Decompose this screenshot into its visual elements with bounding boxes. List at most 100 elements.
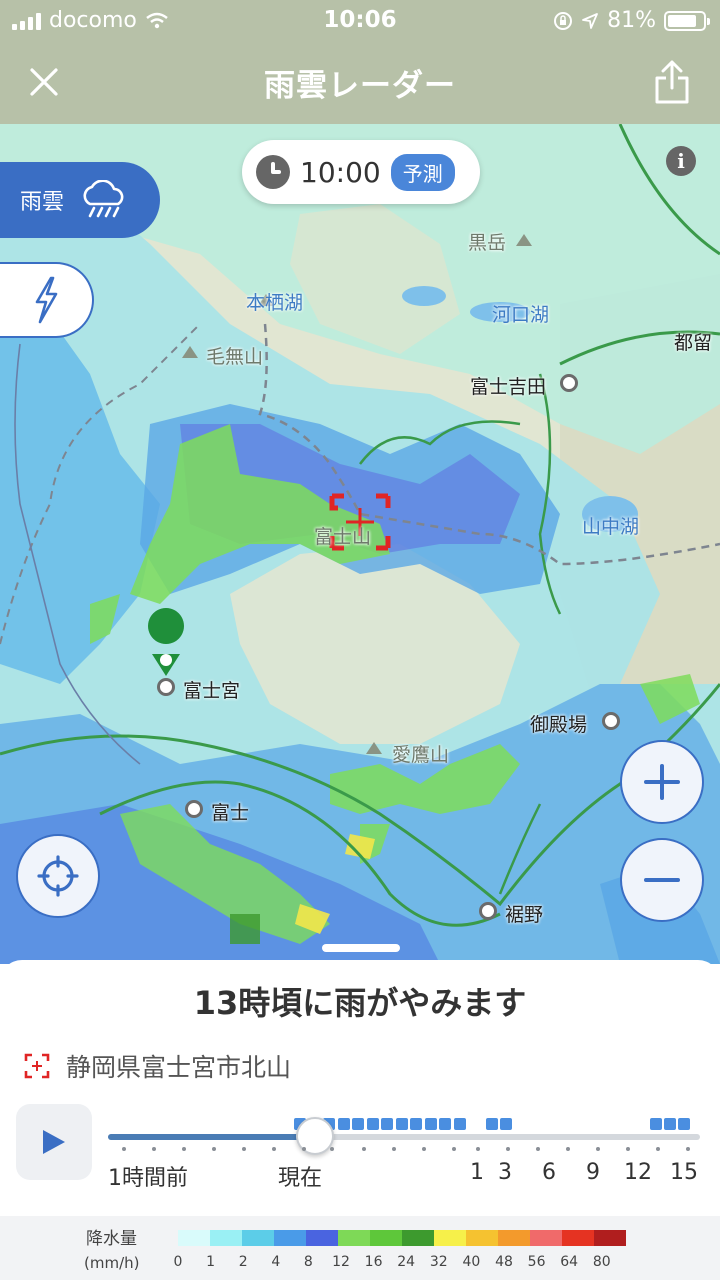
tick-dot xyxy=(272,1147,276,1151)
rain-forecast-headline: 13時頃に雨がやみます xyxy=(193,984,527,1022)
tick-dot xyxy=(686,1147,690,1151)
timeline-slider[interactable] xyxy=(108,1117,700,1155)
tick-label: 3 xyxy=(498,1160,512,1185)
status-bar: docomo 10:06 81% xyxy=(0,0,720,40)
layer-rain-button[interactable]: 雨雲 xyxy=(0,162,160,238)
tick-dot xyxy=(506,1147,510,1151)
share-icon xyxy=(655,60,689,104)
city-dot-fuji xyxy=(185,800,203,818)
legend-value: 24 xyxy=(397,1254,416,1270)
map-label-gotemba: 御殿場 xyxy=(530,714,588,736)
legend-value: 56 xyxy=(527,1254,546,1270)
legend-swatch xyxy=(370,1230,402,1246)
clock-icon xyxy=(256,155,290,189)
rain-marker xyxy=(338,1118,350,1130)
tick-dot xyxy=(476,1147,480,1151)
zoom-in-button[interactable] xyxy=(620,740,704,824)
map-label-motosuko: 本栖湖 xyxy=(246,292,304,314)
nav-bar: 雨雲レーダー xyxy=(0,40,720,124)
tick-dot xyxy=(536,1147,540,1151)
rain-marker xyxy=(650,1118,662,1130)
legend-swatch xyxy=(210,1230,242,1246)
tick-label: 12 xyxy=(624,1160,652,1185)
tick-dot xyxy=(212,1147,216,1151)
tick-dot xyxy=(242,1147,246,1151)
tick-dot xyxy=(152,1147,156,1151)
legend-value: 48 xyxy=(495,1254,513,1270)
legend-swatch xyxy=(306,1230,338,1246)
rain-cloud-icon xyxy=(83,180,124,218)
legend-swatch xyxy=(402,1230,434,1246)
legend-value: 4 xyxy=(271,1254,281,1270)
map-label-yamanakako: 山中湖 xyxy=(582,516,640,538)
layer-rain-label: 雨雲 xyxy=(20,190,65,215)
legend-swatch xyxy=(594,1230,626,1246)
battery-percent: 81% xyxy=(607,8,656,33)
tick-label: 1 xyxy=(470,1160,484,1185)
tick-label: 6 xyxy=(542,1160,556,1185)
legend-value: 2 xyxy=(238,1254,248,1270)
rain-marker xyxy=(410,1118,422,1130)
legend-swatch xyxy=(434,1230,466,1246)
legend-value: 12 xyxy=(332,1254,350,1270)
tick-dot xyxy=(626,1147,630,1151)
rain-marker xyxy=(454,1118,466,1130)
city-dot-susono xyxy=(479,902,497,920)
forecast-time: 10:00 xyxy=(300,155,381,189)
forecast-badge: 予測 xyxy=(390,153,455,191)
rain-marker xyxy=(352,1118,364,1130)
city-dot-fujiyoshida xyxy=(560,374,578,392)
play-button[interactable] xyxy=(16,1104,92,1180)
map-label-fujisan: 富士山 xyxy=(314,526,372,548)
location-name: 静岡県富士宮市北山 xyxy=(66,1053,292,1082)
map-label-kawaguchiko: 河口湖 xyxy=(492,304,550,326)
city-dot-gotemba xyxy=(602,712,620,730)
location-row: 静岡県富士宮市北山 xyxy=(24,1048,291,1084)
map-label-susono: 裾野 xyxy=(505,904,544,926)
legend-swatch xyxy=(242,1230,274,1246)
legend-swatch xyxy=(466,1230,498,1246)
legend-swatch xyxy=(274,1230,306,1246)
map-label-kurodake: 黒岳 xyxy=(468,232,507,254)
tick-dot xyxy=(362,1147,366,1151)
legend-value: 8 xyxy=(303,1254,313,1270)
sheet-handle[interactable] xyxy=(322,944,400,952)
layer-lightning-button[interactable] xyxy=(0,262,94,338)
play-icon xyxy=(43,1130,65,1154)
status-right: 81% xyxy=(553,8,710,33)
tick-dot xyxy=(566,1147,570,1151)
rain-marker xyxy=(664,1118,676,1130)
legend-value: 0 xyxy=(173,1254,183,1270)
map-label-tsuru: 都留 xyxy=(674,332,713,354)
radar-map[interactable]: 10:00 予測 i 雨雲 黒岳 本栖湖 河口湖 都留 毛無山 富士吉田 富士山… xyxy=(0,124,720,964)
current-location-button[interactable] xyxy=(16,834,100,918)
tick-dot xyxy=(452,1147,456,1151)
location-arrow-icon xyxy=(582,12,598,29)
rain-marker xyxy=(486,1118,498,1130)
legend-value: 1 xyxy=(206,1254,216,1270)
rain-marker xyxy=(500,1118,512,1130)
tick-label: 9 xyxy=(586,1160,600,1185)
rain-marker xyxy=(439,1118,451,1130)
rain-marker xyxy=(425,1118,437,1130)
share-button[interactable] xyxy=(646,56,698,108)
legend-value: 32 xyxy=(429,1254,448,1270)
precipitation-legend: 降水量 (mm/h) 0 1 2 4 8 12 16 24 32 40 48 56 64 80 xyxy=(0,1216,720,1280)
map-label-fujinomiya: 富士宮 xyxy=(183,680,241,702)
forecast-time-pill[interactable]: 10:00 予測 xyxy=(242,140,480,204)
map-label-kenashiyama: 毛無山 xyxy=(206,346,264,368)
legend-swatch xyxy=(562,1230,594,1246)
minus-icon xyxy=(644,878,680,882)
page-title: 雨雲レーダー xyxy=(264,68,456,104)
tick-dot xyxy=(330,1147,334,1151)
legend-swatch xyxy=(498,1230,530,1246)
info-button[interactable]: i xyxy=(666,146,696,176)
city-dot-fujinomiya xyxy=(157,678,175,696)
legend-value: 16 xyxy=(364,1254,383,1270)
lightning-icon xyxy=(35,276,58,324)
zoom-out-button[interactable] xyxy=(620,838,704,922)
legend-title: 降水量 xyxy=(86,1229,137,1249)
timeline-progress xyxy=(108,1134,316,1140)
tick-label: 現在 xyxy=(278,1166,323,1191)
tick-label: 15 xyxy=(670,1160,698,1185)
